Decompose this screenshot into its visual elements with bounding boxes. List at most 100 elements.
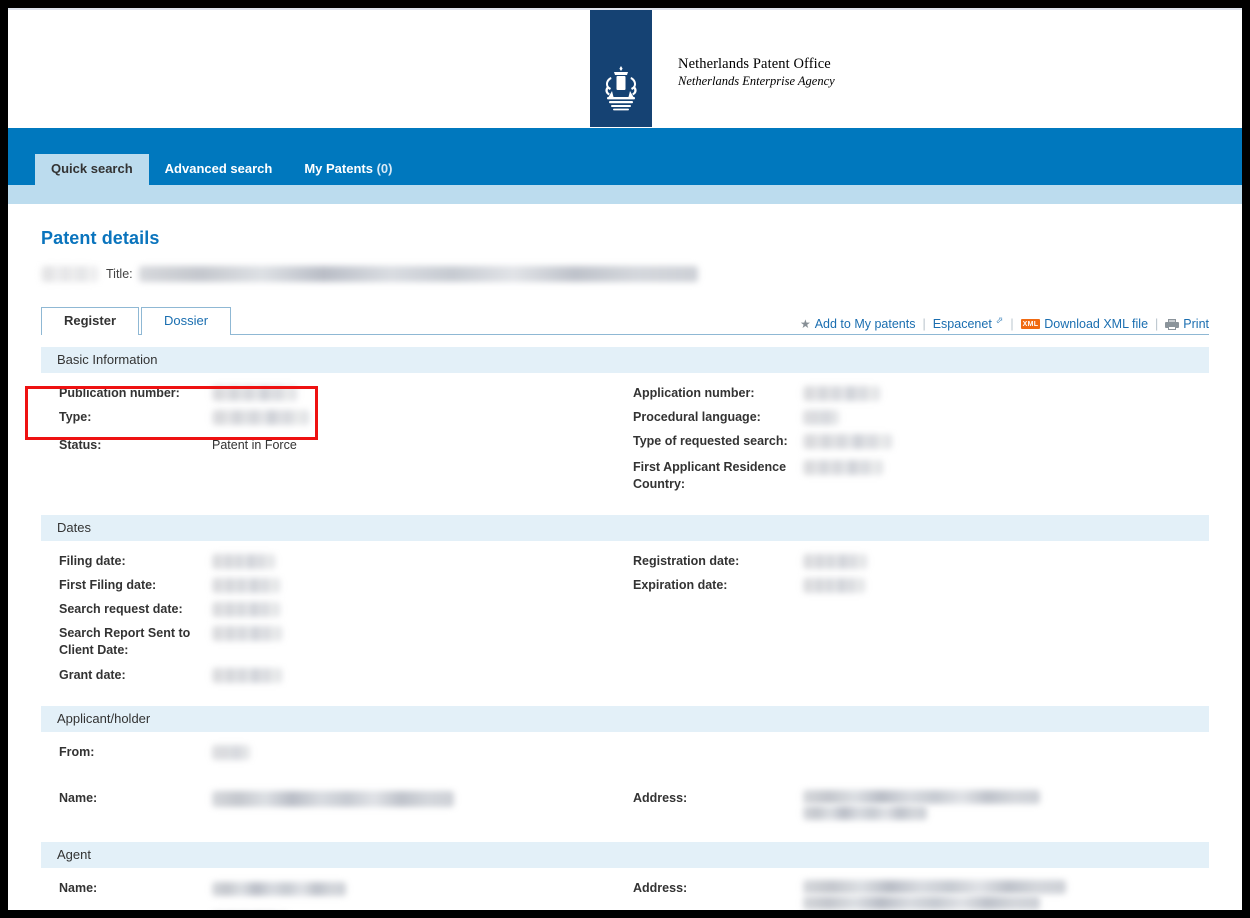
basic-info-right-column: Application number: Procedural language: <box>625 383 1209 495</box>
field-publication-number-value <box>212 385 297 402</box>
redacted-value <box>212 790 454 807</box>
field-applicant-name-label: Name: <box>59 791 98 805</box>
site-logo[interactable]: Netherlands Patent Office Netherlands En… <box>590 10 835 127</box>
star-icon: ★ <box>799 317 811 331</box>
redacted-value <box>803 578 865 594</box>
redacted-patent-title <box>138 266 698 282</box>
field-first-filing-date-value <box>212 577 280 594</box>
field-search-request-date-value <box>212 601 280 618</box>
redacted-value <box>212 668 282 684</box>
organization-subtitle: Netherlands Enterprise Agency <box>678 74 835 88</box>
field-agent-name-value <box>212 880 346 897</box>
add-to-my-patents-label: Add to My patents <box>814 317 916 331</box>
field-applicant-address-label: Address: <box>633 791 688 805</box>
main-navigation-bar: Quick search Advanced search My Patents … <box>8 128 1242 185</box>
add-to-my-patents-button[interactable]: ★ Add to My patents <box>800 317 916 331</box>
redacted-value <box>212 410 309 426</box>
field-grant-date: Grant date: <box>41 661 625 686</box>
agent-right-column: Address: <box>625 878 1209 910</box>
page-title: Patent details <box>41 228 160 248</box>
redacted-value <box>803 880 1066 894</box>
field-type-of-requested-search-label: Type of requested search: <box>633 434 788 448</box>
logo-wordmark: Netherlands Patent Office Netherlands En… <box>678 47 835 90</box>
field-type-of-requested-search-value <box>803 433 892 450</box>
applicant-left-column: From: Name: <box>41 742 625 822</box>
redacted-value <box>212 554 275 570</box>
tab-dossier[interactable]: Dossier <box>141 307 232 335</box>
organization-name: Netherlands Patent Office <box>678 56 831 72</box>
basic-info-left-column: Publication number: Type: Status: Patent… <box>41 383 625 495</box>
field-filing-date: Filing date: <box>41 551 625 575</box>
field-type-of-requested-search: Type of requested search: <box>625 431 1209 455</box>
redacted-value <box>803 434 892 450</box>
redacted-publication-id <box>41 266 98 282</box>
nav-tab-quick-search[interactable]: Quick search <box>35 154 149 185</box>
redacted-value <box>212 626 282 642</box>
nav-tab-quick-search-label: Quick search <box>51 161 133 176</box>
field-agent-address-value <box>803 880 1066 910</box>
field-status: Status: Patent in Force <box>41 431 625 456</box>
field-applicant-address-value <box>803 790 1040 820</box>
tab-dossier-label: Dossier <box>164 313 209 328</box>
main-nav-tabs: Quick search Advanced search My Patents … <box>35 153 408 185</box>
site-masthead: Netherlands Patent Office Netherlands En… <box>8 8 1242 128</box>
applicant-right-column: Address: <box>625 742 1209 822</box>
field-agent-name: Name: <box>41 878 625 902</box>
redacted-value <box>803 554 867 570</box>
field-search-request-date-label: Search request date: <box>59 602 183 616</box>
redacted-value <box>212 578 280 594</box>
print-label: Print <box>1183 317 1209 331</box>
redacted-value <box>803 460 883 476</box>
nav-tab-my-patents-label: My Patents <box>304 161 373 176</box>
toolbar-divider-3: | <box>1155 317 1159 331</box>
field-type-value <box>212 409 309 426</box>
redacted-value <box>803 386 880 402</box>
field-grant-date-value <box>212 667 282 684</box>
section-header-dates: Dates <box>41 515 1209 541</box>
field-application-number-label: Application number: <box>633 386 755 400</box>
section-body-applicant-holder: From: Name: Address: <box>41 732 1209 830</box>
print-button[interactable]: Print <box>1165 317 1209 331</box>
redacted-value <box>212 386 297 402</box>
section-body-basic-information: Publication number: Type: Status: Patent… <box>25 373 1209 503</box>
field-applicant-address: Address: <box>625 742 1209 822</box>
redacted-value <box>803 806 927 820</box>
field-search-report-sent-to-client-date-label: Search Report Sent to Client Date: <box>59 626 191 657</box>
nav-tab-advanced-search[interactable]: Advanced search <box>149 154 289 185</box>
field-grant-date-label: Grant date: <box>59 668 126 682</box>
xml-file-icon: XML <box>1020 319 1041 329</box>
field-applicant-from: From: <box>41 742 625 766</box>
download-xml-button[interactable]: XML Download XML file <box>1020 317 1148 331</box>
field-expiration-date: Expiration date: <box>625 575 1209 599</box>
printer-icon <box>1165 318 1180 330</box>
espacenet-link[interactable]: Espacenet ⬀ <box>932 315 1004 332</box>
field-applicant-from-label: From: <box>59 745 95 759</box>
field-applicant-from-value <box>212 744 250 761</box>
agent-left-column: Name: From: <box>41 878 625 910</box>
field-procedural-language-label: Procedural language: <box>633 410 761 424</box>
field-agent-address-label: Address: <box>633 881 688 895</box>
redacted-value <box>212 881 346 896</box>
espacenet-label: Espacenet <box>932 317 992 331</box>
nav-tab-my-patents[interactable]: My Patents (0) <box>288 154 408 185</box>
field-publication-number-label: Publication number: <box>59 386 180 400</box>
field-first-filing-date-label: First Filing date: <box>59 578 157 592</box>
nav-tab-advanced-search-label: Advanced search <box>164 161 273 176</box>
field-applicant-name-value <box>212 790 454 807</box>
patent-title-label: Title: <box>106 267 133 281</box>
detail-tabs: Register Dossier ★ Add to My patents | E… <box>41 307 1209 336</box>
field-first-applicant-residence-country-label: First Applicant Residence Country: <box>633 460 787 491</box>
patent-title-row: Title: <box>41 263 1209 285</box>
tab-register[interactable]: Register <box>41 307 140 336</box>
section-body-agent: Name: From: <box>41 868 1209 910</box>
detail-toolbar: ★ Add to My patents | Espacenet ⬀ | XML … <box>800 315 1209 332</box>
dates-right-column: Registration date: Expiration date: <box>625 551 1209 686</box>
section-header-applicant-holder: Applicant/holder <box>41 706 1209 732</box>
section-header-basic-information: Basic Information <box>41 347 1209 373</box>
field-procedural-language-value <box>803 409 839 426</box>
field-filing-date-value <box>212 553 275 570</box>
field-publication-number: Publication number: <box>41 383 625 407</box>
field-agent-address: Address: <box>625 878 1209 910</box>
dates-left-column: Filing date: First Filing date: Search r… <box>41 551 625 686</box>
field-registration-date: Registration date: <box>625 551 1209 575</box>
